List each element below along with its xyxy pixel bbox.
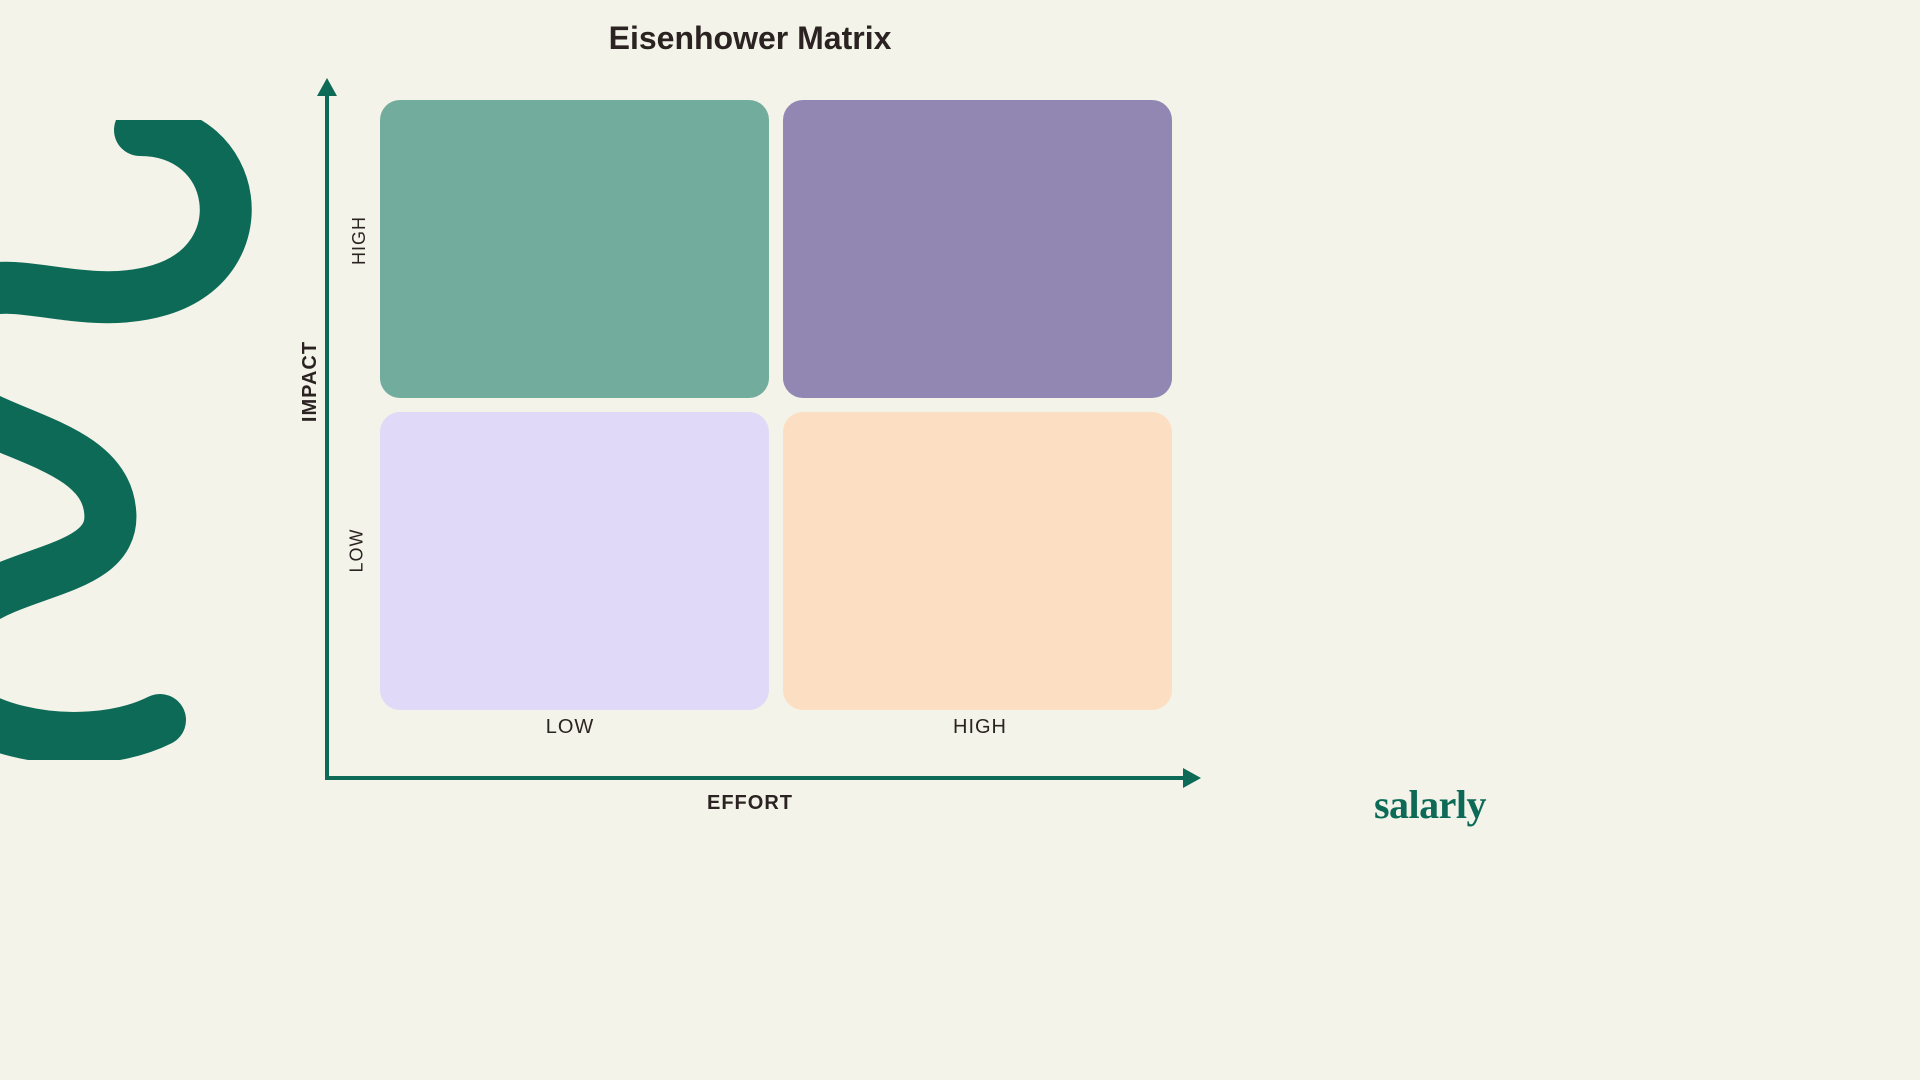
x-tick-low: LOW [470,716,670,739]
x-tick-high: HIGH [880,716,1080,739]
x-axis-line [325,776,1187,780]
y-axis-arrow-icon [317,78,337,96]
quadrant-high-impact-high-effort [783,100,1172,398]
quadrant-grid [380,100,1172,710]
quadrant-high-impact-low-effort [380,100,769,398]
x-axis-label: EFFORT [300,792,1200,815]
y-axis-label: IMPACT [299,341,322,422]
x-axis-arrow-icon [1183,768,1201,788]
eisenhower-matrix-chart: Eisenhower Matrix IMPACT EFFORT HIGH LOW… [300,20,1200,810]
brand-logo: salarly [1374,781,1486,828]
y-tick-high: HIGH [349,216,370,265]
quadrant-low-impact-high-effort [783,412,1172,710]
y-axis-line [325,88,329,780]
decorative-squiggle [0,120,300,760]
chart-title: Eisenhower Matrix [300,20,1200,57]
quadrant-low-impact-low-effort [380,412,769,710]
y-tick-low: LOW [347,528,368,572]
